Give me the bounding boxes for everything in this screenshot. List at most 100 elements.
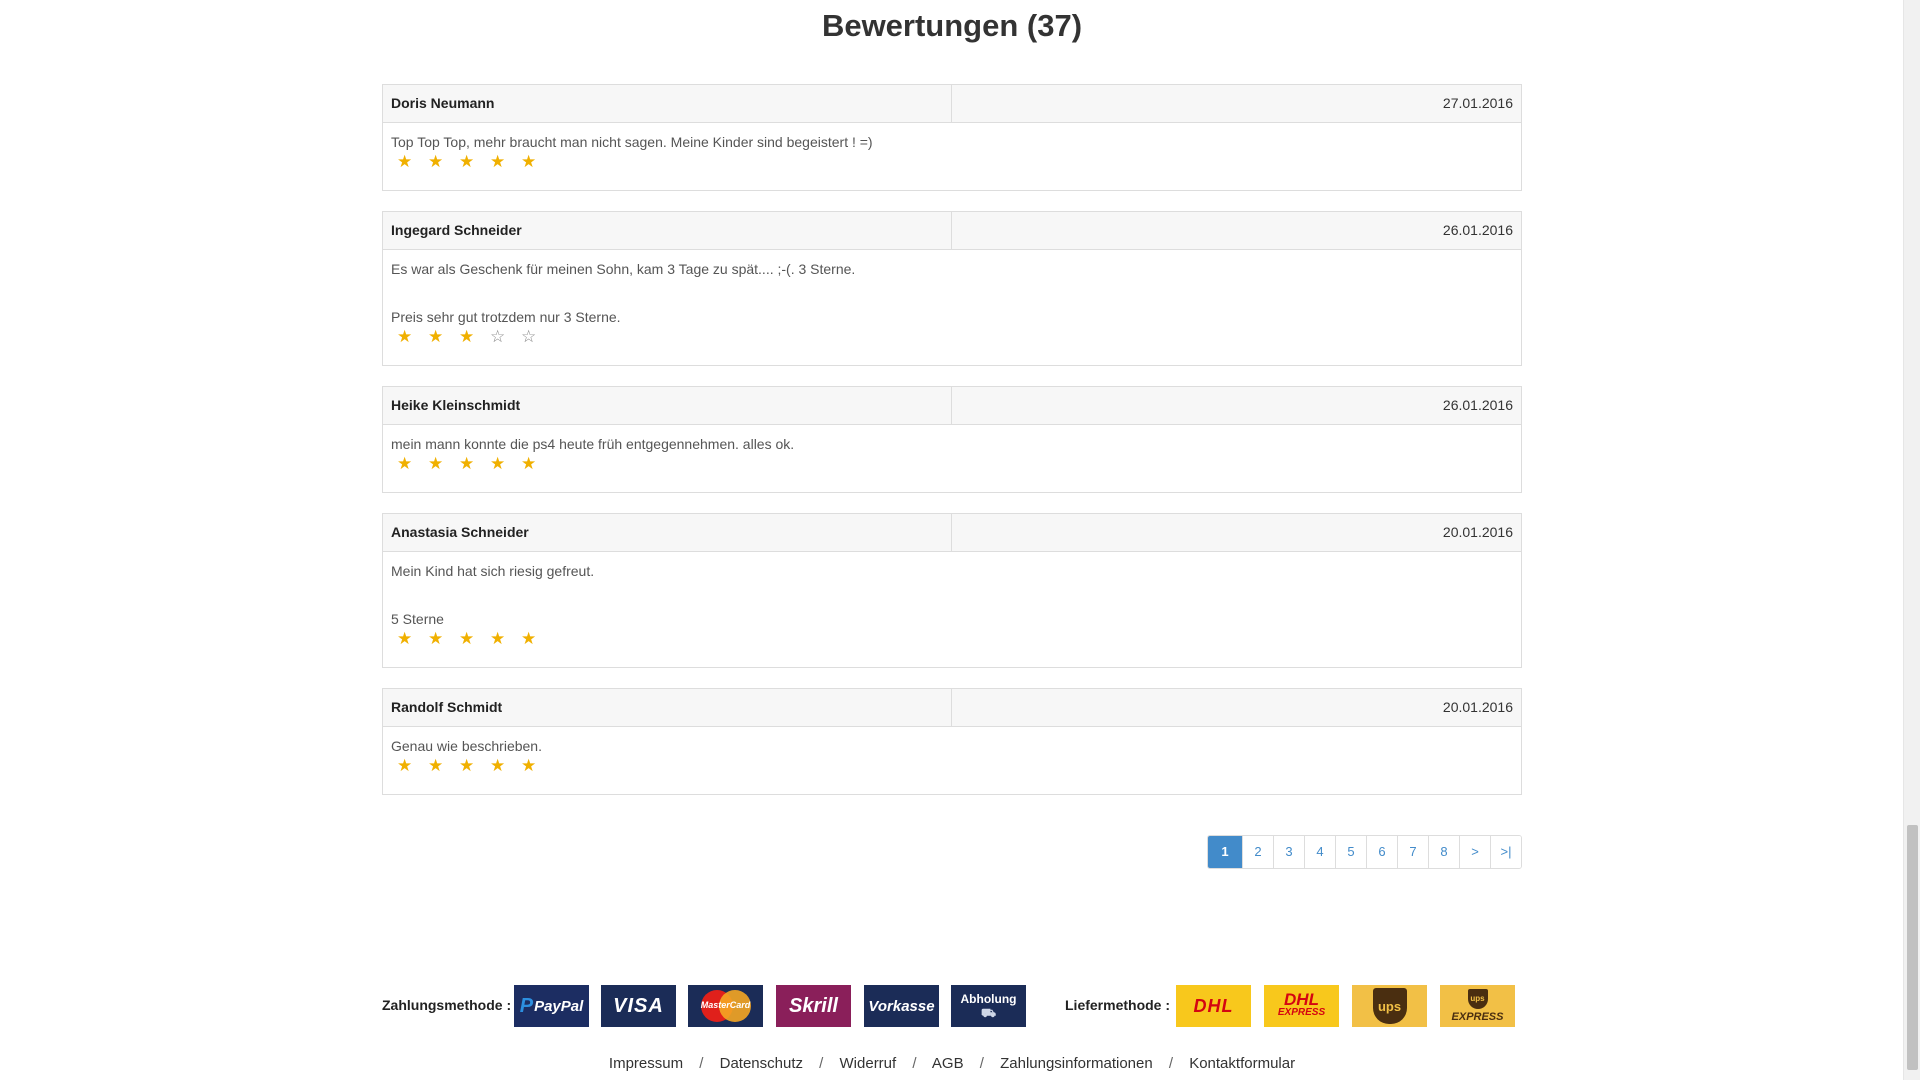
star-filled-icon: ★ (521, 454, 537, 473)
page-next-button[interactable]: > (1459, 836, 1490, 868)
methods-bar: Zahlungsmethode : P PayPal VISA MasterCar… (382, 985, 1522, 1027)
review-header: Randolf Schmidt 20.01.2016 (383, 689, 1521, 727)
mastercard-logo-text: MasterCard (700, 1000, 751, 1010)
page-link-7[interactable]: 7 (1397, 836, 1428, 868)
review-date: 20.01.2016 (1442, 699, 1513, 715)
review-author: Randolf Schmidt (383, 689, 952, 726)
mastercard-logo: MasterCard (688, 985, 763, 1027)
ups-express-logo: ups EXPRESS (1440, 985, 1515, 1027)
review-author: Doris Neumann (383, 85, 952, 122)
review-header: Ingegard Schneider 26.01.2016 (383, 212, 1521, 250)
footer-link-widerruf[interactable]: Widerruf (840, 1055, 897, 1072)
footer-link-kontaktformular[interactable]: Kontaktformular (1189, 1055, 1295, 1072)
review-body: Top Top Top, mehr braucht man nicht sage… (383, 123, 1521, 172)
paypal-logo-text: PayPal (534, 997, 584, 1015)
star-rating: ★ ★ ★ ☆ ☆ (391, 327, 1513, 347)
dhl-express-logo-line1: DHL (1284, 990, 1319, 1009)
dhl-express-logo-line2: EXPRESS (1277, 1007, 1326, 1018)
star-filled-icon: ★ (490, 756, 506, 775)
star-filled-icon: ★ (428, 152, 444, 171)
reviews-title: Bewertungen (37) (821, 8, 1083, 43)
star-filled-icon: ★ (397, 629, 413, 648)
review-header: Anastasia Schneider 20.01.2016 (383, 514, 1521, 552)
star-filled-icon: ★ (397, 152, 413, 171)
star-filled-icon: ★ (459, 629, 475, 648)
review-card: Randolf Schmidt 20.01.2016 Genau wie bes… (382, 688, 1522, 795)
footer-separator: / (912, 1055, 917, 1072)
footer-link-impressum[interactable]: Impressum (609, 1055, 683, 1072)
review-author: Ingegard Schneider (383, 212, 952, 249)
skrill-logo: Skrill (776, 985, 851, 1027)
page-link-8[interactable]: 8 (1428, 836, 1459, 868)
page-link-3[interactable]: 3 (1273, 836, 1304, 868)
review-header: Doris Neumann 27.01.2016 (383, 85, 1521, 123)
mastercard-circles-icon: MasterCard (699, 990, 753, 1022)
scrollbar[interactable] (1903, 0, 1920, 1080)
review-header: Heike Kleinschmidt 26.01.2016 (383, 387, 1521, 425)
page-link-2[interactable]: 2 (1242, 836, 1273, 868)
truck-icon: ⛟ (980, 1006, 997, 1020)
abholung-logo: Abholung ⛟ (951, 985, 1026, 1027)
star-filled-icon: ★ (490, 152, 506, 171)
star-filled-icon: ★ (459, 152, 475, 171)
review-text: Es war als Geschenk für meinen Sohn, kam… (391, 261, 856, 277)
review-text: Mein Kind hat sich riesig gefreut. (391, 563, 595, 579)
review-card: Heike Kleinschmidt 26.01.2016 mein mann … (382, 386, 1522, 493)
review-text: Top Top Top, mehr braucht man nicht sage… (391, 134, 873, 150)
footer-link-zahlungsinformationen[interactable]: Zahlungsinformationen (1000, 1055, 1153, 1072)
star-filled-icon: ★ (428, 327, 444, 346)
star-filled-icon: ★ (397, 454, 413, 473)
star-rating: ★ ★ ★ ★ ★ (391, 152, 1513, 172)
abholung-logo-text: Abholung (960, 992, 1017, 1006)
star-filled-icon: ★ (428, 629, 444, 648)
paypal-p-icon: P (519, 994, 534, 1017)
star-rating: ★ ★ ★ ★ ★ (391, 756, 1513, 776)
star-filled-icon: ★ (459, 454, 475, 473)
page-last-button[interactable]: >| (1490, 836, 1521, 868)
footer-link-datenschutz[interactable]: Datenschutz (720, 1055, 803, 1072)
visa-logo-text: VISA (613, 994, 664, 1017)
star-filled-icon: ★ (428, 756, 444, 775)
review-text: 5 Sterne (391, 611, 444, 627)
footer-separator: / (819, 1055, 824, 1072)
page: Bewertungen (37) Doris Neumann 27.01.201… (0, 0, 1920, 1080)
payment-label: Zahlungsmethode : (382, 997, 512, 1013)
ups-express-logo-text: EXPRESS (1451, 1011, 1504, 1023)
scrollbar-thumb[interactable] (1907, 825, 1918, 1070)
ups-logo: ups (1352, 985, 1427, 1027)
review-body: mein mann konnte die ps4 heute früh entg… (383, 425, 1521, 474)
review-card: Doris Neumann 27.01.2016 Top Top Top, me… (382, 84, 1522, 191)
vorkasse-logo: Vorkasse (864, 985, 939, 1027)
review-date: 20.01.2016 (1442, 524, 1513, 540)
star-empty-icon: ☆ (490, 327, 506, 346)
dhl-express-logo: DHL EXPRESS (1264, 985, 1339, 1027)
ups-shield-icon: ups (1372, 988, 1407, 1024)
page-link-1[interactable]: 1 (1208, 836, 1242, 868)
review-card: Ingegard Schneider 26.01.2016 Es war als… (382, 211, 1522, 366)
star-empty-icon: ☆ (521, 327, 537, 346)
star-filled-icon: ★ (521, 152, 537, 171)
review-date: 26.01.2016 (1442, 222, 1513, 238)
page-link-4[interactable]: 4 (1304, 836, 1335, 868)
review-card: Anastasia Schneider 20.01.2016 Mein Kind… (382, 513, 1522, 668)
star-rating: ★ ★ ★ ★ ★ (391, 454, 1513, 474)
star-filled-icon: ★ (397, 756, 413, 775)
review-text: Genau wie beschrieben. (391, 738, 542, 754)
vorkasse-logo-text: Vorkasse (868, 997, 935, 1015)
ups-logo-text: ups (1377, 998, 1402, 1014)
review-author: Heike Kleinschmidt (383, 387, 952, 424)
page-link-5[interactable]: 5 (1335, 836, 1366, 868)
visa-logo: VISA (601, 985, 676, 1027)
star-filled-icon: ★ (490, 629, 506, 648)
footer-separator: / (979, 1055, 984, 1072)
shipping-label: Liefermethode : (1065, 997, 1171, 1013)
review-date: 26.01.2016 (1442, 397, 1513, 413)
star-filled-icon: ★ (459, 756, 475, 775)
review-date: 27.01.2016 (1442, 95, 1513, 111)
star-filled-icon: ★ (428, 454, 444, 473)
review-text: mein mann konnte die ps4 heute früh entg… (391, 436, 795, 452)
skrill-logo-text: Skrill (789, 994, 838, 1017)
footer-separator: / (1168, 1055, 1174, 1072)
page-link-6[interactable]: 6 (1366, 836, 1397, 868)
footer-link-agb[interactable]: AGB (932, 1055, 964, 1072)
